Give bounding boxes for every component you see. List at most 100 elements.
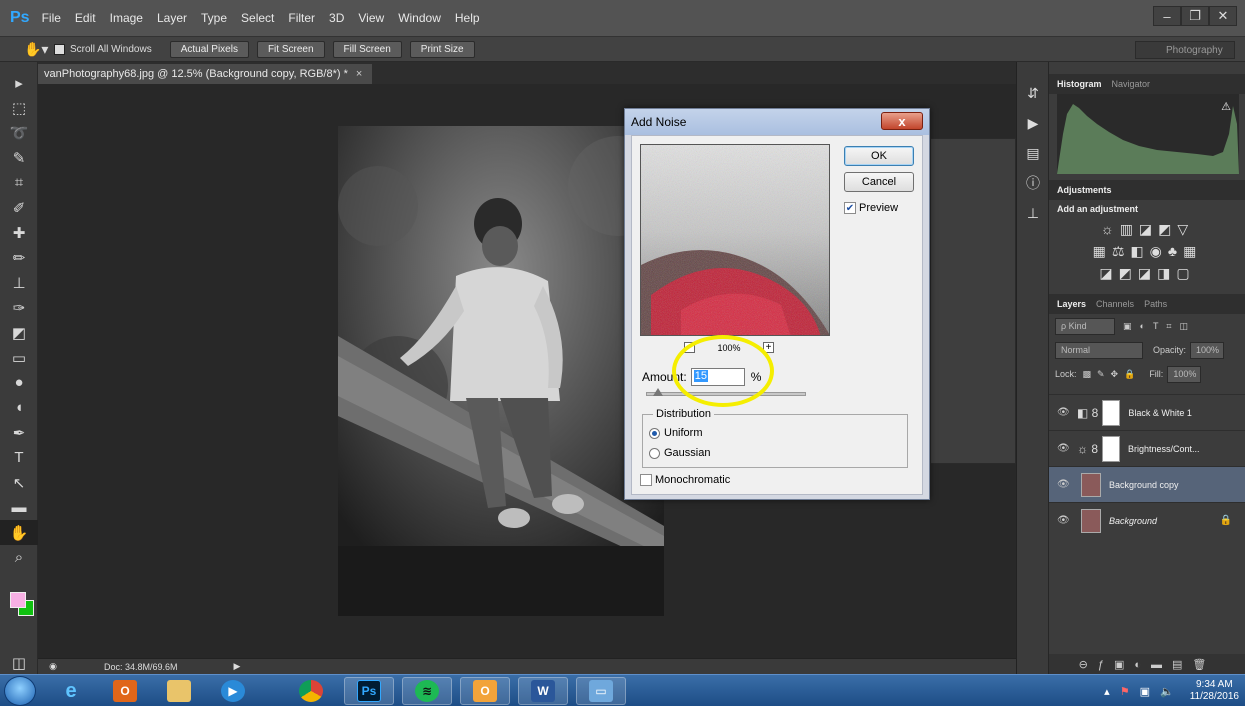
filter-preview[interactable] [640,144,830,336]
amount-input[interactable]: 15 [690,368,745,386]
gradient-tool-icon[interactable]: ▭ [0,345,38,370]
menu-help[interactable]: Help [455,11,480,25]
taskbar-explorer[interactable] [154,677,204,705]
adjustment-icons-row-3[interactable]: ◪◩◪◨▢ [1049,262,1245,284]
menu-filter[interactable]: Filter [288,11,315,25]
scroll-all-windows-checkbox[interactable] [54,43,65,55]
menu-select[interactable]: Select [241,11,274,25]
document-tab[interactable]: vanPhotography68.jpg @ 12.5% (Background… [38,64,373,84]
print-size-button[interactable]: Print Size [409,40,475,58]
pen-tool-icon[interactable]: ✒ [0,420,38,445]
flag-icon[interactable]: ⚑ [1120,685,1130,698]
layer-row[interactable]: 👁 ☼ 8 Brightness/Cont... [1049,430,1245,466]
menu-edit[interactable]: Edit [75,11,96,25]
taskbar-media[interactable]: ▶ [208,677,258,705]
tray-expand-icon[interactable]: ▴ [1104,685,1110,698]
monochromatic-row[interactable]: Monochromatic [640,474,730,486]
clone-stamp-tool-icon[interactable]: ⊥ [0,270,38,295]
fill-screen-button[interactable]: Fill Screen [332,40,402,58]
type-tool-icon[interactable]: T [0,445,38,470]
adjustment-icons-row-2[interactable]: ▦⚖◧◉♣▦ [1049,240,1245,262]
taskbar-photos[interactable]: ▭ [576,677,626,705]
blur-tool-icon[interactable]: ● [0,370,38,395]
tab-paths[interactable]: Paths [1144,299,1167,309]
quick-mask-icon[interactable]: ◫ [0,650,38,675]
taskbar-outlook-2[interactable]: O [460,677,510,705]
volume-icon[interactable]: 🔈 [1160,685,1174,698]
taskbar-photoshop[interactable]: Ps [344,677,394,705]
amount-slider-thumb[interactable] [652,388,663,396]
monochromatic-checkbox[interactable] [640,474,652,486]
actual-pixels-button[interactable]: Actual Pixels [169,40,249,58]
menu-3d[interactable]: 3D [329,11,344,25]
info-icon[interactable]: ⓘ [1017,168,1049,198]
layer-row[interactable]: 👁 Background copy [1049,466,1245,502]
layer-row[interactable]: 👁 Background 🔒 [1049,502,1245,538]
minimize-button[interactable]: – [1153,6,1181,26]
layer-row[interactable]: 👁 ◧ 8 Black & White 1 [1049,394,1245,430]
fill-input[interactable]: 100% [1167,365,1202,383]
lasso-tool-icon[interactable]: ➰ [0,120,38,145]
history-brush-tool-icon[interactable]: ✑ [0,295,38,320]
fit-screen-button[interactable]: Fit Screen [256,40,325,58]
quick-select-tool-icon[interactable]: ✎ [0,145,38,170]
menu-type[interactable]: Type [201,11,227,25]
dialog-close-button[interactable]: x [881,112,923,130]
tab-histogram[interactable]: Histogram [1057,79,1102,89]
network-icon[interactable]: ▣ [1140,685,1150,698]
opacity-input[interactable]: 100% [1190,341,1225,359]
eye-icon[interactable]: 👁 [1057,479,1073,490]
zoom-tool-icon[interactable]: ⌕ [0,545,38,570]
dialog-titlebar[interactable]: Add Noise x [625,109,929,135]
layer-actions-bar[interactable]: ⊖ƒ▣◐▬▤🗑 [1049,654,1245,674]
menu-window[interactable]: Window [398,11,441,25]
tab-navigator[interactable]: Navigator [1112,79,1151,89]
properties-icon[interactable]: ▤ [1017,138,1049,168]
clock[interactable]: 9:34 AM 11/28/2016 [1190,679,1239,703]
adjustment-icons-row-1[interactable]: ☼▥◪◩▽ [1049,218,1245,240]
brush-tool-icon[interactable]: ✏ [0,245,38,270]
restore-button[interactable]: ❐ [1181,6,1209,26]
ok-button[interactable]: OK [844,146,914,166]
marquee-tool-icon[interactable]: ⬚ [0,95,38,120]
cancel-button[interactable]: Cancel [844,172,914,192]
eyedropper-tool-icon[interactable]: ✐ [0,195,38,220]
tab-layers[interactable]: Layers [1057,299,1086,309]
taskbar-chrome[interactable] [286,677,336,705]
rectangle-tool-icon[interactable]: ▬ [0,495,38,520]
start-button[interactable] [4,676,36,706]
eye-icon[interactable]: 👁 [1057,443,1073,454]
taskbar-outlook[interactable]: O [100,677,150,705]
blend-mode-select[interactable]: Normal [1055,341,1143,359]
taskbar-word[interactable]: W [518,677,568,705]
gaussian-radio[interactable] [649,447,660,459]
warning-icon[interactable]: ⚠ [1221,100,1231,113]
move-tool-icon[interactable]: ▸ [0,70,38,95]
menu-layer[interactable]: Layer [157,11,187,25]
tab-adjustments[interactable]: Adjustments [1057,185,1112,195]
dodge-tool-icon[interactable]: ◖ [0,395,38,420]
status-menu-icon[interactable]: ▶ [234,661,241,672]
eraser-tool-icon[interactable]: ◩ [0,320,38,345]
zoom-out-button[interactable]: − [684,342,695,353]
layer-filter-icons[interactable]: ▣◐T⌗◫ [1123,321,1196,332]
healing-brush-tool-icon[interactable]: ✚ [0,220,38,245]
status-zoom-icon[interactable]: ◉ [38,661,68,672]
path-select-tool-icon[interactable]: ↖ [0,470,38,495]
uniform-radio[interactable] [649,427,660,439]
menu-file[interactable]: File [42,11,61,25]
actions-icon[interactable]: ▶ [1017,108,1049,138]
close-document-icon[interactable]: × [356,68,362,80]
crop-tool-icon[interactable]: ⌗ [0,170,38,195]
taskbar-spotify[interactable]: ≋ [402,677,452,705]
zoom-in-button[interactable]: + [763,342,774,353]
eye-icon[interactable]: 👁 [1057,515,1073,526]
hand-tool-icon[interactable]: ✋ [0,520,38,545]
tab-channels[interactable]: Channels [1096,299,1134,309]
history-icon[interactable]: ⇵ [1017,78,1049,108]
lock-icons[interactable]: ▩✎✥🔒 [1083,369,1142,380]
gaussian-radio-row[interactable]: Gaussian [649,447,710,459]
menu-view[interactable]: View [358,11,384,25]
taskbar-ie[interactable]: e [46,677,96,705]
layer-kind-filter[interactable]: ρ Kind [1055,317,1115,335]
